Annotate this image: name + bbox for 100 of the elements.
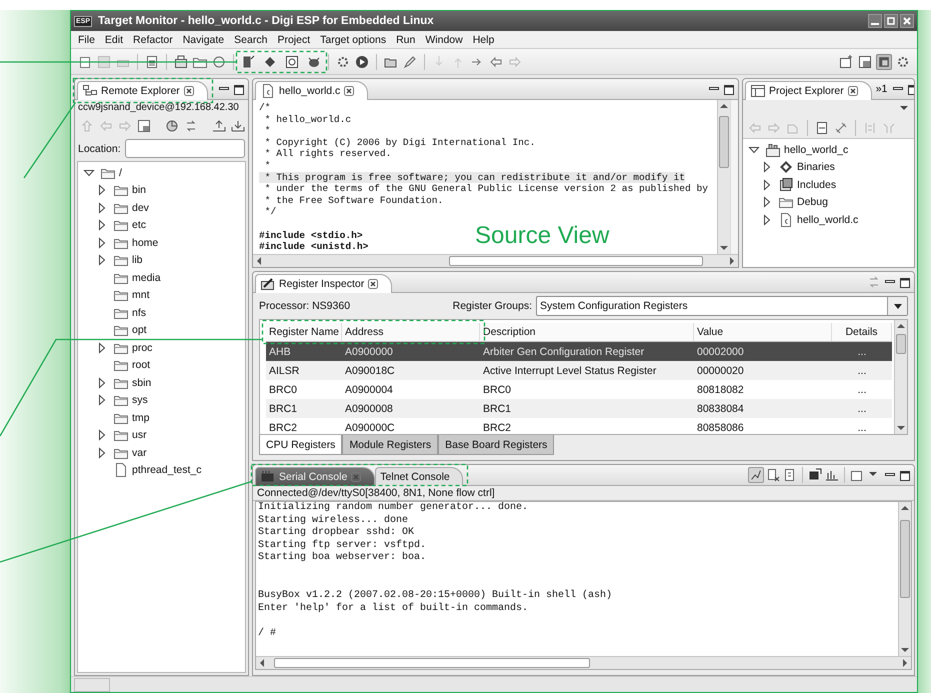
table-cell-text: 00000020 xyxy=(696,364,745,376)
close-icon[interactable] xyxy=(343,85,356,97)
tree-item-label[interactable]: tmp xyxy=(132,412,150,424)
status-field xyxy=(74,678,110,692)
close-icon[interactable] xyxy=(900,14,914,28)
tree-item-label[interactable]: lib xyxy=(132,254,143,266)
maximize-icon[interactable] xyxy=(722,82,736,96)
tree-item-label[interactable]: dev xyxy=(132,202,149,214)
register-tab[interactable]: Base Board Registers xyxy=(438,435,554,455)
tree-item-label[interactable]: Includes xyxy=(797,178,836,191)
table-cell-text: ... xyxy=(856,402,868,414)
table-cell-text: 80858086 xyxy=(696,422,745,434)
location-field[interactable] xyxy=(124,139,245,158)
column-header[interactable]: Details xyxy=(832,323,892,341)
collapse-icon[interactable] xyxy=(814,120,830,136)
new-project-icon[interactable] xyxy=(173,54,189,70)
window-icon[interactable] xyxy=(136,118,152,134)
run-icon[interactable] xyxy=(354,54,370,70)
tree-item-label[interactable]: etc xyxy=(132,219,146,232)
table-cell-text: BRC2 xyxy=(268,422,298,434)
menu-item[interactable]: Help xyxy=(468,34,500,46)
close-icon[interactable] xyxy=(367,278,380,290)
menu-item[interactable]: Window xyxy=(420,34,468,46)
open-perspective-icon[interactable] xyxy=(838,54,854,70)
tree-item-label[interactable]: Debug xyxy=(797,196,828,208)
maximize-icon[interactable] xyxy=(232,82,246,96)
panel-tab[interactable]: Register Inspector xyxy=(255,274,392,293)
close-icon[interactable] xyxy=(846,85,859,97)
tree-item-label[interactable]: var xyxy=(132,446,147,459)
panel-tab[interactable]: Remote Explorer xyxy=(77,81,208,100)
code-line: * Copyright (C) 2006 by Digi International Inc. xyxy=(264,136,536,148)
tree-item-label[interactable]: / xyxy=(119,166,122,179)
overflow-button[interactable]: »1 xyxy=(872,83,892,95)
column-header[interactable]: Description xyxy=(480,323,694,341)
table-row[interactable]: BRC0 A0900004 BRC0 80818082 ... xyxy=(266,380,892,399)
pencil-icon[interactable] xyxy=(402,54,418,70)
scrollbar-thumb[interactable] xyxy=(900,520,910,598)
menu-item[interactable]: Navigate xyxy=(178,34,230,46)
tree-item-label[interactable]: root xyxy=(132,359,150,372)
scrollbar-thumb[interactable] xyxy=(449,256,703,266)
panel-tab[interactable]: Telnet Console xyxy=(375,467,463,486)
table-row[interactable]: AHB A0900000 Arbiter Gen Configuration Register 00002000 ... xyxy=(266,342,892,361)
tree-item-label[interactable]: sbin xyxy=(132,376,152,389)
column-header[interactable]: Register Name xyxy=(266,323,342,341)
document-icon[interactable] xyxy=(144,54,160,70)
menu-item[interactable]: File xyxy=(73,34,100,46)
register-tab[interactable]: CPU Registers xyxy=(259,435,342,455)
panel-tab[interactable]: Project Explorer xyxy=(745,81,872,100)
tree-item-label[interactable]: mnt xyxy=(132,289,150,302)
perspective-icon[interactable] xyxy=(857,54,873,70)
tree-item-label[interactable]: Binaries xyxy=(797,161,835,174)
tree-item-label[interactable]: hello_world.c xyxy=(797,214,858,226)
table-row[interactable]: BRC2 A090000C BRC2 80858086 ... xyxy=(266,418,892,434)
close-icon[interactable] xyxy=(182,85,195,97)
upload-icon[interactable] xyxy=(211,118,227,134)
tree-item-label[interactable]: usr xyxy=(132,429,147,442)
disconnect-icon[interactable] xyxy=(765,467,781,483)
table-cell-text: A090018C xyxy=(344,364,396,376)
register-groups-dropdown[interactable]: System Configuration Registers xyxy=(536,296,908,316)
scrollbar-thumb[interactable] xyxy=(274,658,590,668)
library-icon xyxy=(778,176,794,193)
scrollbar-thumb[interactable] xyxy=(896,334,906,354)
table-cell-text: A0900000 xyxy=(344,346,394,358)
menu-item[interactable]: Project xyxy=(272,34,316,46)
table-row[interactable]: BRC1 A0900008 BRC1 80838084 ... xyxy=(266,399,892,418)
menu-item[interactable]: Search xyxy=(229,34,272,46)
code-line: #include <unistd.h> xyxy=(259,241,368,253)
column-header[interactable]: Address xyxy=(342,323,480,341)
field-label: Register Groups: xyxy=(452,300,532,312)
menu-item[interactable]: Target options xyxy=(315,34,392,46)
maximize-icon[interactable] xyxy=(898,275,912,289)
menu-item[interactable]: Refactor xyxy=(128,34,178,46)
maximize-icon[interactable] xyxy=(898,468,912,482)
tree-item-label[interactable]: hello_world_c xyxy=(784,144,848,156)
link-icon[interactable] xyxy=(833,120,849,136)
register-tab[interactable]: Module Registers xyxy=(342,435,438,455)
tree-item-label[interactable]: home xyxy=(132,236,158,249)
download-icon[interactable] xyxy=(230,118,246,134)
tree-item-label[interactable]: bin xyxy=(132,184,146,196)
code-line: * under the terms of the GNU General Public License version 2 as published by xyxy=(264,183,708,195)
tree-item-label[interactable]: sys xyxy=(132,394,148,406)
scrollbar-thumb[interactable] xyxy=(719,116,729,168)
table-cell-text: 80838084 xyxy=(696,402,745,414)
tree-item-label[interactable]: proc xyxy=(132,342,152,354)
perspective-icon[interactable] xyxy=(876,54,892,70)
table-row[interactable]: AILSR A090018C Active Interrupt Level Status Register 00000020 ... xyxy=(266,361,892,380)
menu-item[interactable]: Edit xyxy=(100,34,128,46)
diamond-icon xyxy=(778,159,794,176)
field-label: Location: xyxy=(78,142,121,154)
panel-tab[interactable]: hello_world.c xyxy=(255,81,368,100)
tree-item-label[interactable]: media xyxy=(132,272,161,284)
column-header[interactable]: Value xyxy=(694,323,832,341)
tree-item-label[interactable]: pthread_test_c xyxy=(132,464,202,476)
save-icon[interactable] xyxy=(96,54,112,70)
tree-item-label[interactable]: opt xyxy=(132,324,147,336)
table-cell-text: ... xyxy=(856,384,868,396)
menu-item[interactable]: Run xyxy=(391,34,420,46)
panel-tab[interactable]: Serial Console xyxy=(255,467,376,486)
pencil-chip-icon xyxy=(260,276,276,292)
tree-item-label[interactable]: nfs xyxy=(132,306,146,319)
